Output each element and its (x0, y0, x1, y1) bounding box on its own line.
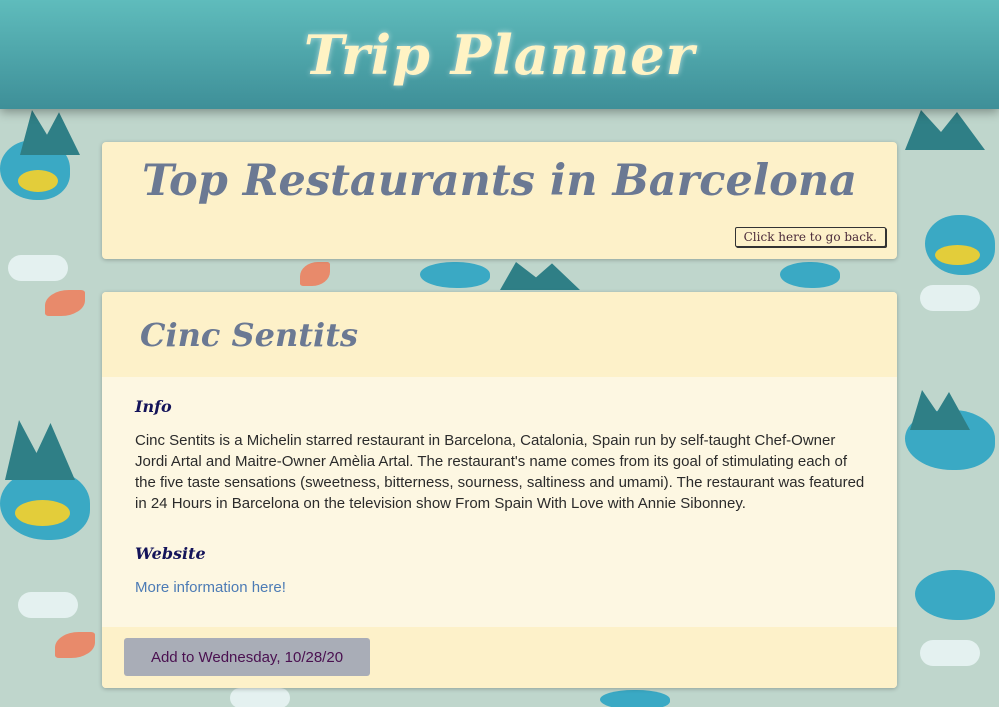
app-title: Trip Planner (303, 22, 696, 87)
restaurant-card-body: Info Cinc Sentits is a Michelin starred … (102, 377, 897, 627)
dragon-belly-decoration (15, 500, 70, 526)
cloud-decoration (920, 285, 980, 311)
info-heading: Info (135, 397, 172, 416)
page-title-card: Top Restaurants in Barcelona Click here … (102, 142, 897, 259)
dragon-decoration (915, 570, 995, 620)
cloud-decoration (8, 255, 68, 281)
back-button[interactable]: Click here to go back. (734, 227, 886, 247)
dragon-decoration (780, 262, 840, 288)
restaurant-card-header: Cinc Sentits (102, 292, 897, 377)
info-text: Cinc Sentits is a Michelin starred resta… (135, 432, 865, 512)
cloud-decoration (230, 688, 290, 707)
website-link[interactable]: More information here! (135, 579, 286, 596)
cloud-decoration (18, 592, 78, 618)
restaurant-card: Cinc Sentits Info Cinc Sentits is a Mich… (102, 292, 897, 688)
dragon-decoration (420, 262, 490, 288)
restaurant-name: Cinc Sentits (140, 315, 358, 354)
page-title: Top Restaurants in Barcelona (141, 156, 857, 206)
dragon-wing-decoration (20, 110, 80, 155)
dragon-belly-decoration (935, 245, 980, 265)
leaf-decoration (45, 290, 85, 316)
cloud-decoration (920, 640, 980, 666)
dragon-wing-decoration (5, 420, 75, 480)
leaf-decoration (55, 632, 95, 658)
website-heading: Website (135, 544, 206, 563)
dragon-wing-decoration (500, 262, 580, 290)
add-to-day-button[interactable]: Add to Wednesday, 10/28/20 (124, 638, 370, 676)
dragon-decoration (600, 690, 670, 707)
leaf-decoration (300, 262, 330, 286)
app-header: Trip Planner (0, 0, 999, 109)
dragon-belly-decoration (18, 170, 58, 192)
restaurant-card-footer: Add to Wednesday, 10/28/20 (102, 627, 897, 688)
dragon-wing-decoration (905, 110, 985, 150)
